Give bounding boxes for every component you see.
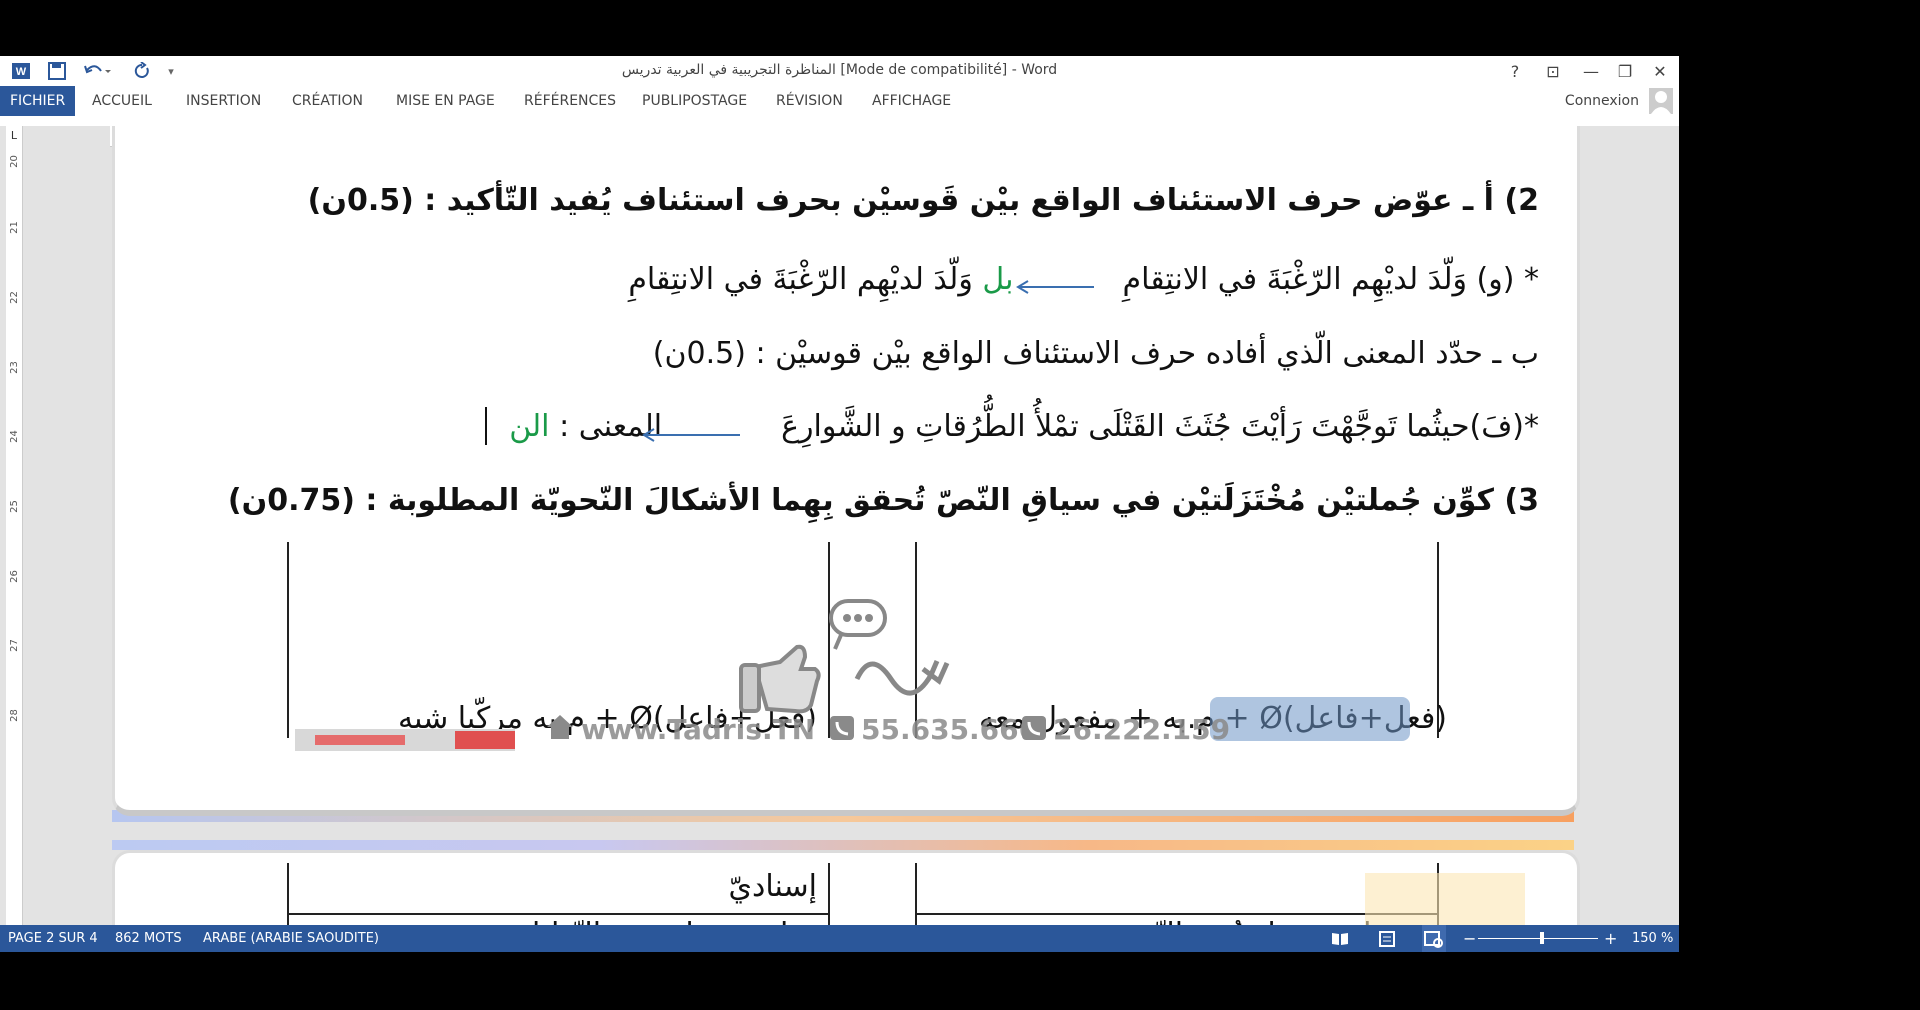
answer-green: الن bbox=[509, 409, 550, 444]
question-2b[interactable]: ب ـ حدّد المعنى الّذي أفاده حرف الاستئنا… bbox=[653, 336, 1539, 371]
page-decoration bbox=[1365, 873, 1525, 925]
web-layout-icon[interactable] bbox=[1422, 925, 1446, 952]
tab-creation[interactable]: CRÉATION bbox=[286, 86, 369, 116]
document-area[interactable]: 1 2 3 4 5 6 7 8 9 10 11 12 13 14 15 16 1… bbox=[0, 126, 1679, 925]
status-page[interactable]: PAGE 2 SUR 4 bbox=[8, 925, 98, 952]
table-border bbox=[915, 863, 917, 925]
status-language[interactable]: ARABE (ARABIE SAOUDITE) bbox=[203, 925, 379, 952]
home-icon bbox=[547, 715, 573, 739]
ruler-tick: 25 bbox=[8, 500, 20, 513]
ribbon-tabs: FICHIER ACCUEIL INSERTION CRÉATION MISE … bbox=[0, 86, 1679, 116]
vertical-ruler[interactable]: 20 21 22 23 24 25 26 27 28 bbox=[6, 126, 23, 925]
watermark-site: www.Tadris.TN bbox=[581, 713, 816, 746]
table-border bbox=[287, 542, 289, 738]
tab-selector[interactable]: L bbox=[6, 126, 22, 146]
table-border bbox=[828, 863, 830, 925]
table-border bbox=[287, 863, 289, 925]
tab-publipostage[interactable]: PUBLIPOSTAGE bbox=[636, 86, 753, 116]
tab-revision[interactable]: RÉVISION bbox=[770, 86, 849, 116]
table-border bbox=[915, 913, 1437, 915]
zoom-out-button[interactable]: − bbox=[1463, 925, 1476, 952]
window-title: المناظرة التجريبية في العربية تدريس [Mod… bbox=[621, 62, 1058, 78]
watermark-phone1: 55.635.666 bbox=[861, 713, 1039, 746]
answer-green: بل bbox=[982, 262, 1014, 297]
title-bar: W ▾ المناظرة التجريبية في العربية تدريس … bbox=[0, 56, 1679, 86]
ruler-tick: 21 bbox=[8, 221, 20, 234]
zoom-level[interactable]: 150 % bbox=[1632, 925, 1673, 952]
word-window: W ▾ المناظرة التجريبية في العربية تدريس … bbox=[0, 56, 1679, 952]
avatar[interactable] bbox=[1649, 88, 1673, 114]
minimize-button[interactable]: — bbox=[1576, 58, 1606, 84]
example-rewritten: وَلّدَ لديْهِم الرّغْبَةَ في الانتِقامِ bbox=[628, 262, 973, 297]
arrow-icon bbox=[642, 428, 740, 442]
tab-insertion[interactable]: INSERTION bbox=[180, 86, 267, 116]
table-border bbox=[287, 913, 828, 915]
close-button[interactable]: ✕ bbox=[1645, 58, 1675, 84]
help-button[interactable]: ? bbox=[1500, 58, 1530, 84]
zoom-slider[interactable] bbox=[1478, 932, 1598, 944]
zoom-slider-thumb[interactable] bbox=[1540, 932, 1544, 944]
read-mode-icon[interactable] bbox=[1331, 925, 1351, 952]
overlay-highlight bbox=[1210, 697, 1410, 741]
arrow-icon bbox=[1016, 280, 1094, 294]
question-2a[interactable]: 2) أ ـ عوّض حرف الاستئناف الواقع بيْن قَ… bbox=[308, 183, 1539, 218]
example-original: * (و) وَلّدَ لديْهِم الرّغْبَةَ في الانت… bbox=[1122, 262, 1539, 297]
phone-icon bbox=[830, 716, 854, 740]
table-cell-partial[interactable]: ...اة مختزلة تفيد التّعليل bbox=[518, 917, 817, 925]
zoom-in-button[interactable]: + bbox=[1604, 925, 1617, 952]
like-icon bbox=[739, 644, 821, 714]
signin-link[interactable]: Connexion bbox=[1565, 86, 1639, 116]
document-page[interactable]: إسناديّ ...اة مختزلة تفيد التّعليل ...مل… bbox=[112, 850, 1580, 925]
watermark-phone2: 26.222.159 bbox=[1053, 713, 1231, 746]
table-cell-label[interactable]: إسناديّ bbox=[728, 869, 817, 904]
text-cursor bbox=[485, 407, 487, 445]
ruler-tick: 22 bbox=[8, 291, 20, 304]
ruler-tick: 26 bbox=[8, 570, 20, 583]
page-decoration bbox=[112, 840, 1574, 850]
ribbon-display-button[interactable]: ⊡ bbox=[1538, 58, 1568, 84]
overlay-bar bbox=[295, 729, 515, 751]
ruler-tick: 24 bbox=[8, 430, 20, 443]
document-page[interactable]: 2) أ ـ عوّض حرف الاستئناف الواقع بيْن قَ… bbox=[112, 126, 1580, 816]
print-layout-icon[interactable] bbox=[1378, 925, 1398, 952]
ruler-tick: 23 bbox=[8, 361, 20, 374]
question-3[interactable]: 3) كوِّن جُملتيْن مُخْتَزَلَتيْن في سياق… bbox=[228, 483, 1539, 518]
ruler-tick: 20 bbox=[8, 155, 20, 168]
speech-bubble-icon bbox=[829, 599, 950, 696]
tab-fichier[interactable]: FICHIER bbox=[0, 86, 76, 116]
status-words[interactable]: 862 MOTS bbox=[115, 925, 182, 952]
tab-affichage[interactable]: AFFICHAGE bbox=[866, 86, 957, 116]
status-bar: PAGE 2 SUR 4 862 MOTS ARABE (ARABIE SAOU… bbox=[0, 925, 1679, 952]
phone-icon bbox=[1022, 716, 1046, 740]
maximize-button[interactable]: ❐ bbox=[1610, 58, 1640, 84]
ruler-tick: 28 bbox=[8, 709, 20, 722]
ruler-tick: 27 bbox=[8, 639, 20, 652]
tab-accueil[interactable]: ACCUEIL bbox=[86, 86, 158, 116]
tab-mise-en-page[interactable]: MISE EN PAGE bbox=[390, 86, 501, 116]
example-sentence: *(فَ)حيثُما تَوجَّهْتَ رَأيْتَ جُثَثَ ال… bbox=[781, 409, 1539, 444]
tab-references[interactable]: RÉFÉRENCES bbox=[518, 86, 622, 116]
